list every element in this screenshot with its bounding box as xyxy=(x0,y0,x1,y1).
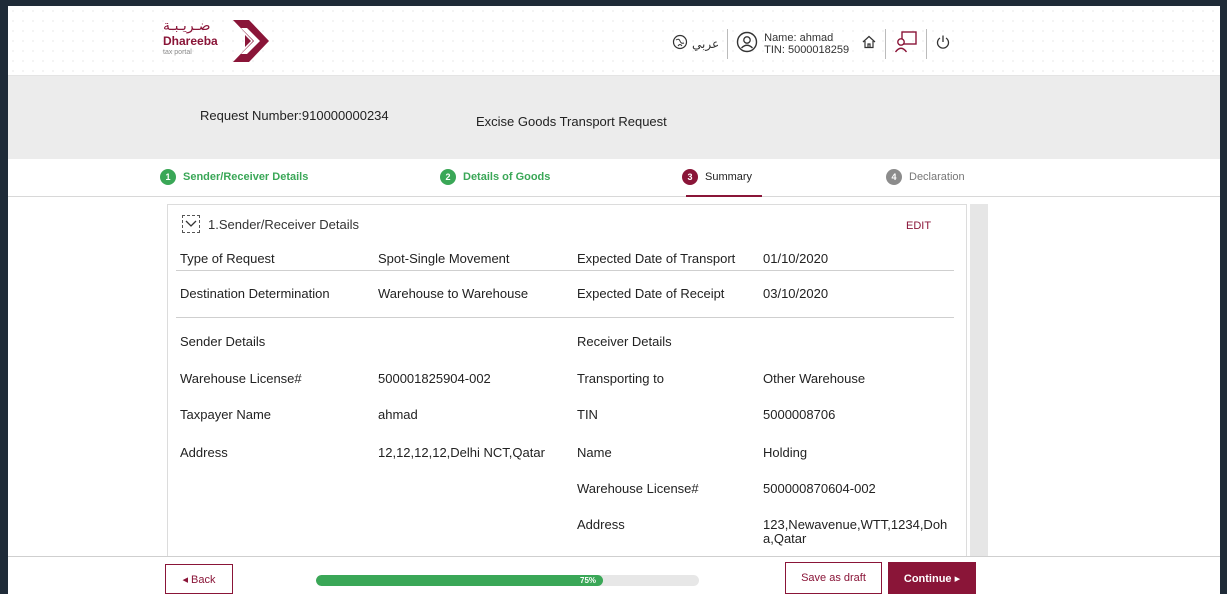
step-label: Sender/Receiver Details xyxy=(183,171,309,183)
receiver-name-label: Name xyxy=(577,445,612,460)
scrollbar[interactable] xyxy=(970,204,988,556)
taxpayer-name-label: Taxpayer Name xyxy=(180,407,272,422)
step-summary[interactable]: 3 Summary xyxy=(682,169,752,185)
dhareeba-logo[interactable]: ضـريـبـة Dhareeba tax portal xyxy=(163,16,293,70)
expected-transport-value: 01/10/2020 xyxy=(763,251,829,266)
users-icon[interactable] xyxy=(894,30,918,59)
wizard-steps: 1 Sender/Receiver Details 2 Details of G… xyxy=(8,159,1220,197)
receiver-tin-value: 5000008706 xyxy=(763,407,836,422)
receiver-warehouse-value: 500000870604-002 xyxy=(763,481,876,496)
divider xyxy=(926,29,928,59)
receiver-name-value: Holding xyxy=(763,445,808,460)
logo-english-text: Dhareeba xyxy=(163,34,218,48)
active-step-indicator xyxy=(686,195,762,197)
header-actions: عربي Name: ahmad TIN: 5000018259 xyxy=(672,26,951,62)
step-label: Declaration xyxy=(909,171,965,183)
request-number: Request Number:910000000234 xyxy=(200,108,389,123)
receiver-address-label: Address xyxy=(577,517,625,532)
divider xyxy=(727,29,729,59)
type-of-request-value: Spot-Single Movement xyxy=(378,251,510,266)
transporting-to-value: Other Warehouse xyxy=(763,371,866,386)
divider xyxy=(885,29,887,59)
step-number: 1 xyxy=(160,169,176,185)
taxpayer-name-value: ahmad xyxy=(378,407,418,422)
top-header: ضـريـبـة Dhareeba tax portal عربي Name: … xyxy=(8,6,1220,76)
sender-address-label: Address xyxy=(180,445,228,460)
destination-label: Destination Determination xyxy=(180,286,330,301)
user-tin: TIN: 5000018259 xyxy=(764,44,850,56)
summary-card: 1.Sender/Receiver Details EDIT Type of R… xyxy=(167,204,967,556)
step-number: 3 xyxy=(682,169,698,185)
progress-bar: 75% xyxy=(316,575,699,586)
logo-tagline: tax portal xyxy=(163,49,192,56)
transporting-to-label: Transporting to xyxy=(577,371,664,386)
step-sender-receiver[interactable]: 1 Sender/Receiver Details xyxy=(160,169,308,185)
divider xyxy=(176,317,954,318)
logo-arabic-text: ضـريـبـة xyxy=(163,18,211,34)
receiver-details-heading: Receiver Details xyxy=(577,334,672,349)
back-button[interactable]: ◂ Back xyxy=(165,564,233,594)
edit-link[interactable]: EDIT xyxy=(906,220,931,232)
step-details-of-goods[interactable]: 2 Details of Goods xyxy=(440,169,550,185)
user-circle-icon xyxy=(736,31,758,58)
progress-fill xyxy=(316,575,604,586)
divider xyxy=(176,270,954,271)
user-info: Name: ahmad TIN: 5000018259 xyxy=(764,32,849,56)
expected-transport-label: Expected Date of Transport xyxy=(577,251,736,266)
continue-button[interactable]: Continue ▸ xyxy=(888,562,976,594)
receiver-tin-label: TIN xyxy=(577,407,598,422)
type-of-request-label: Type of Request xyxy=(180,251,275,266)
sender-details-heading: Sender Details xyxy=(180,334,266,349)
save-as-draft-button[interactable]: Save as draft xyxy=(785,562,882,594)
expected-receipt-label: Expected Date of Receipt xyxy=(577,286,725,301)
expected-receipt-value: 03/10/2020 xyxy=(763,286,829,301)
step-label: Details of Goods xyxy=(463,171,551,183)
section-title: 1.Sender/Receiver Details xyxy=(208,216,360,232)
step-number: 2 xyxy=(440,169,456,185)
request-type: Excise Goods Transport Request xyxy=(476,114,667,129)
step-label: Summary xyxy=(705,171,753,183)
section-header[interactable]: 1.Sender/Receiver Details xyxy=(182,215,359,233)
language-toggle[interactable]: عربي xyxy=(692,37,719,51)
app-window: ضـريـبـة Dhareeba tax portal عربي Name: … xyxy=(8,6,1220,594)
progress-percent: 75% xyxy=(580,576,597,585)
home-icon[interactable] xyxy=(861,34,877,55)
user-name: Name: ahmad xyxy=(764,32,834,44)
sender-address-value: 12,12,12,12,Delhi NCT,Qatar xyxy=(378,445,545,460)
step-number: 4 xyxy=(886,169,902,185)
logo-mark-icon xyxy=(233,20,269,62)
globe-icon[interactable] xyxy=(672,34,688,55)
step-declaration[interactable]: 4 Declaration xyxy=(886,169,965,185)
receiver-address-value-line1: 123,Newavenue,WTT,1234,Doh xyxy=(763,517,948,532)
sender-warehouse-label: Warehouse License# xyxy=(180,371,302,386)
chevron-down-icon[interactable] xyxy=(182,215,200,233)
receiver-warehouse-label: Warehouse License# xyxy=(577,481,699,496)
sender-warehouse-value: 500001825904-002 xyxy=(378,371,491,386)
power-icon[interactable] xyxy=(935,34,951,55)
footer-bar: ◂ Back 75% Save as draft Continue ▸ xyxy=(8,556,1220,594)
destination-value: Warehouse to Warehouse xyxy=(378,286,529,301)
receiver-address-value-line2: a,Qatar xyxy=(763,531,807,546)
